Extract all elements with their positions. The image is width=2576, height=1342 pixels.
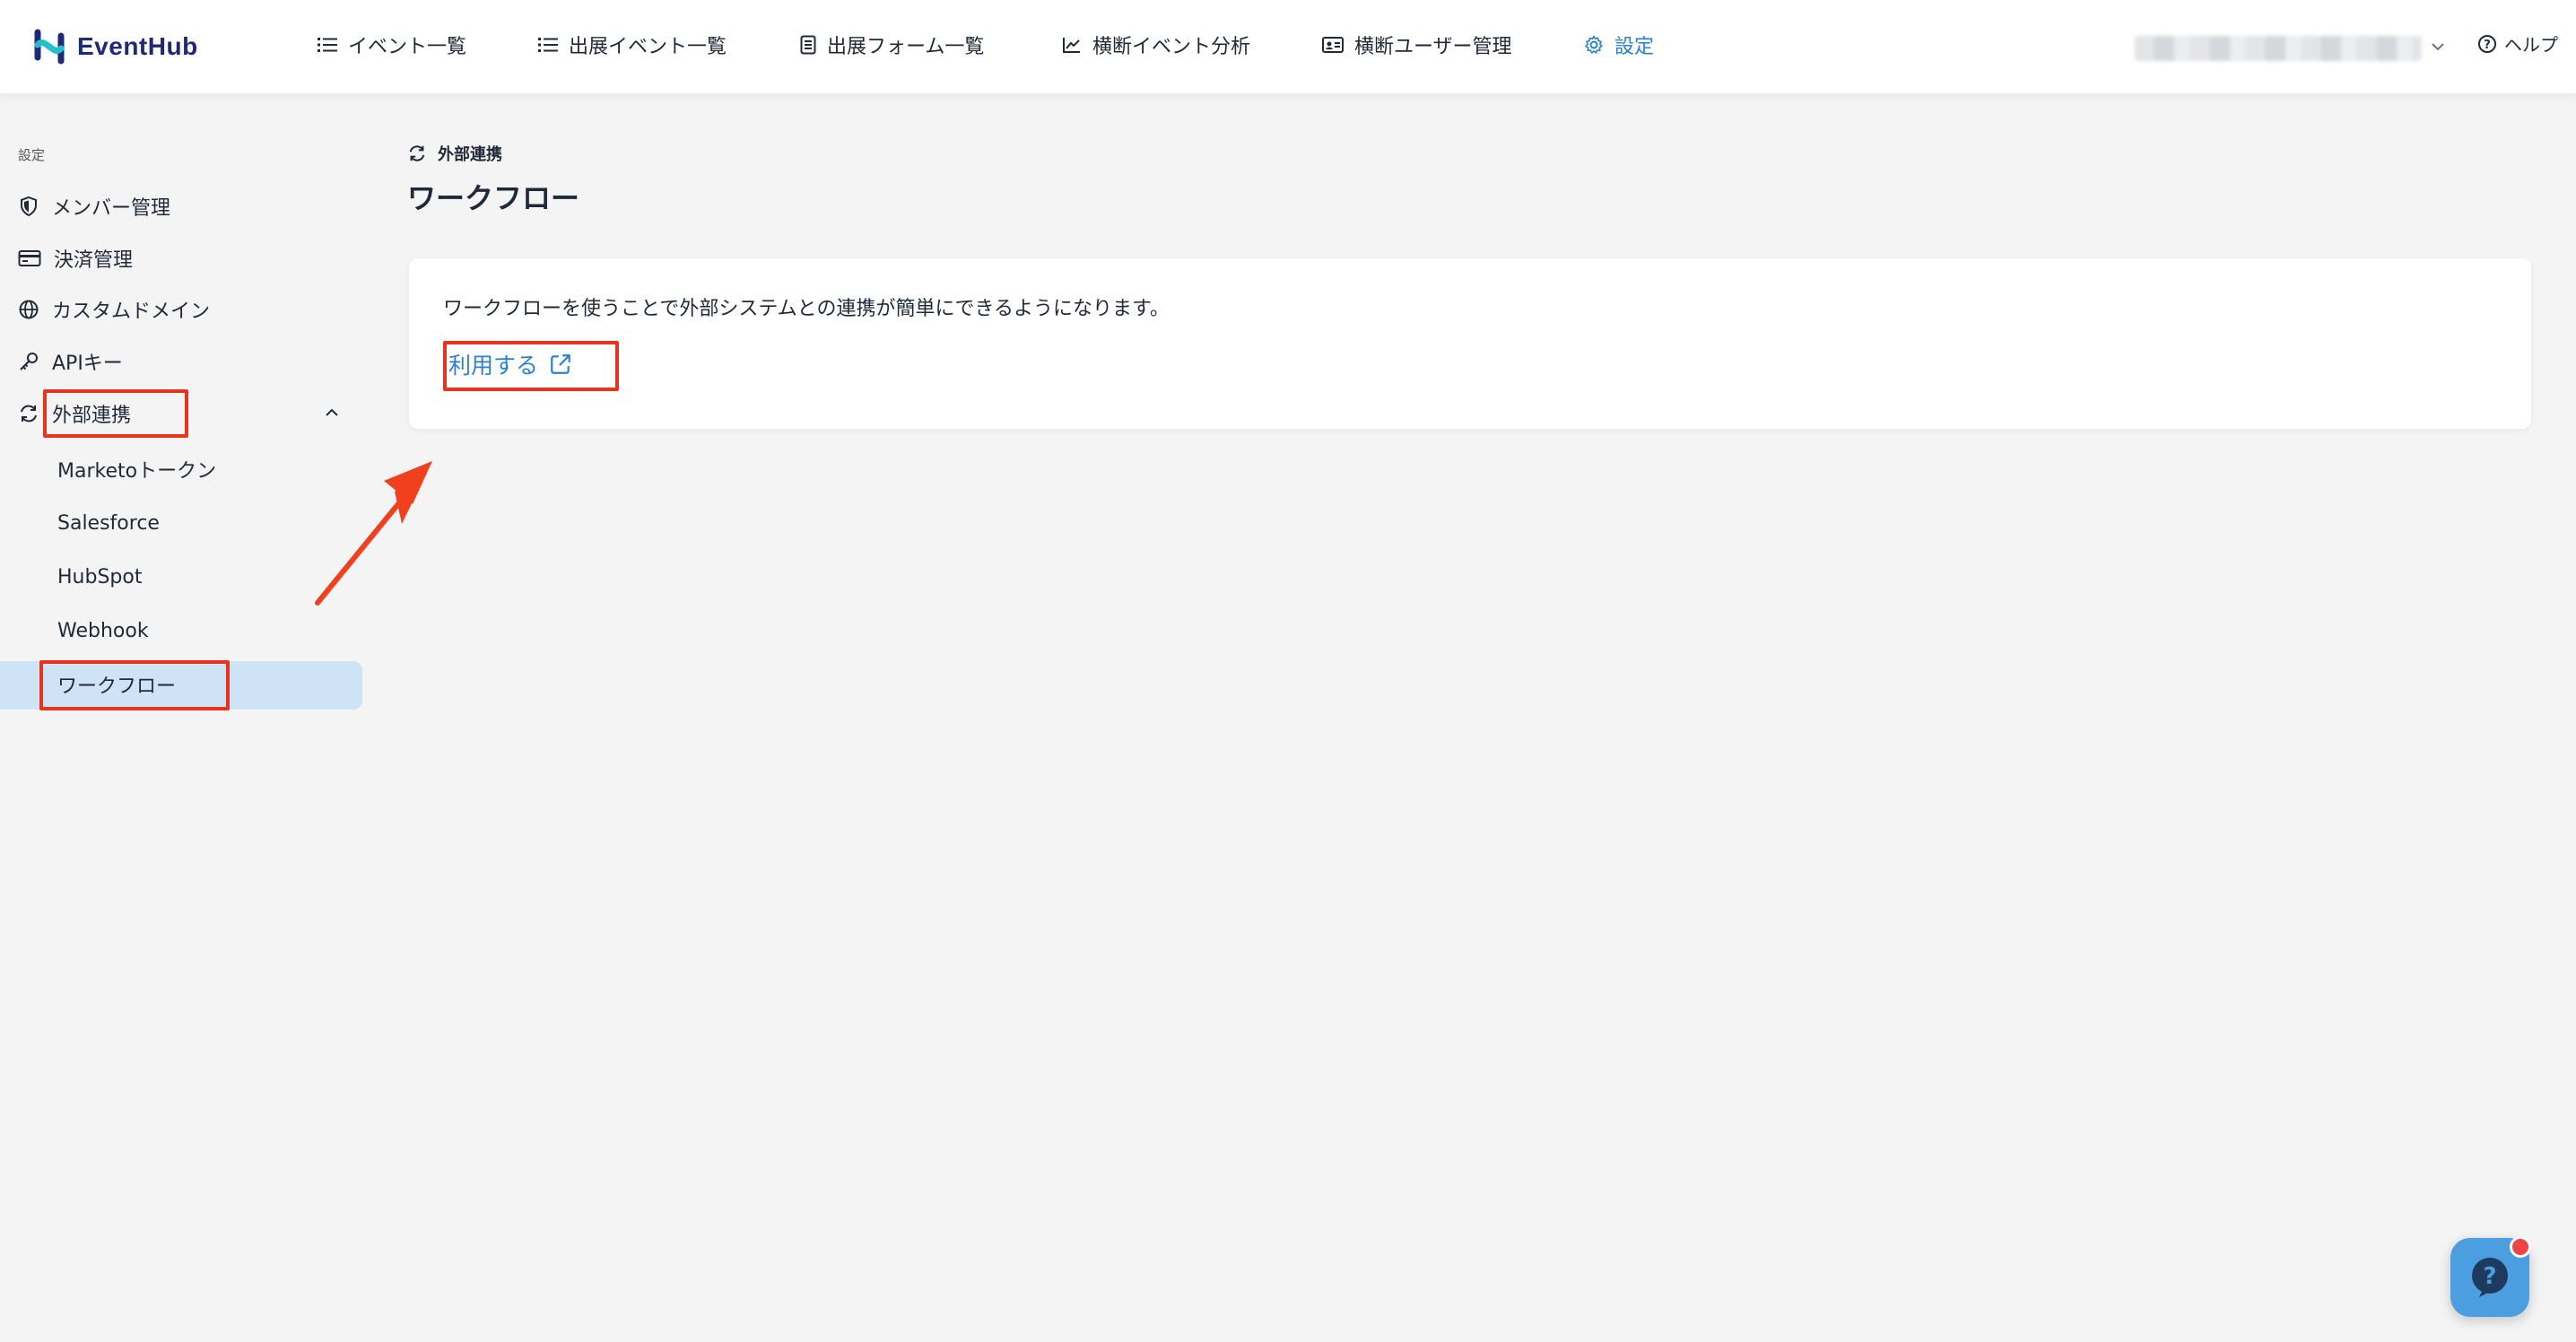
sidebar-item-label: APIキー [52,353,123,375]
svg-text:?: ? [2484,39,2491,52]
breadcrumb: 外部連携 [407,142,502,165]
sidebar-item-label: メンバー管理 [52,197,171,220]
sync-icon [21,405,37,423]
key-icon [20,353,38,370]
list-icon [318,38,337,52]
id-card-icon [1322,37,1344,53]
help-label: ヘルプ [2504,34,2558,56]
nav-label: 横断イベント分析 [1092,36,1251,58]
nav-label: 出展イベント一覧 [569,36,727,58]
sidebar-subitem-workflow[interactable]: ワークフロー [57,667,176,702]
nav-label: 設定 [1614,36,1655,58]
nav-label: 横断ユーザー管理 [1354,36,1512,58]
gear-icon [1585,35,1603,54]
sidebar-subitem-hubspot[interactable]: HubSpot [57,559,142,595]
nav-event-list[interactable]: イベント一覧 [318,27,466,63]
logo[interactable]: EventHub [32,23,198,70]
nav-exhibit-event-list[interactable]: 出展イベント一覧 [538,27,727,63]
nav-cross-user-management[interactable]: 横断ユーザー管理 [1322,27,1512,63]
notification-dot [2510,1236,2531,1258]
use-workflow-link[interactable]: 利用する [448,348,572,380]
workflow-description: ワークフローを使うことで外部システムとの連携が簡単にできるようになります。 [443,298,1170,320]
annotation-arrow-icon [315,461,432,606]
sidebar-item-custom-domain[interactable]: カスタムドメイン [18,292,210,327]
sidebar-subitem-webhook[interactable]: Webhook [57,613,149,649]
nav-label: 出展フォーム一覧 [827,36,985,58]
globe-icon [19,300,39,319]
sidebar-item-label: 決済管理 [54,249,134,272]
help-link[interactable]: ? ヘルプ [2477,30,2558,57]
sidebar-item-integrations[interactable]: 外部連携 [18,396,131,431]
svg-text:?: ? [2483,1263,2496,1290]
sidebar-item-label: カスタムドメイン [52,301,211,323]
logo-text: EventHub [77,32,198,60]
question-chat-icon: ? [2472,1258,2508,1297]
sidebar-item-label: 外部連携 [52,405,132,427]
sidebar-subitem-marketo-token[interactable]: Marketoトークン [57,451,216,487]
sidebar-subitem-salesforce[interactable]: Salesforce [57,505,160,541]
sidebar-item-api-key[interactable]: APIキー [18,344,123,379]
chat-support-button[interactable]: ? [2450,1236,2531,1317]
sync-icon [409,145,425,161]
sidebar-active-highlight [0,661,362,710]
sidebar-item-payments[interactable]: 決済管理 [18,240,133,276]
shield-icon [21,196,37,217]
workflow-card: ワークフローを使うことで外部システムとの連携が簡単にできるようになります。 利用… [409,258,2531,429]
nav-label: イベント一覧 [348,36,467,58]
external-link-icon [551,354,570,374]
breadcrumb-label: 外部連携 [438,145,502,164]
question-circle-icon: ? [2478,34,2496,53]
sidebar-item-members[interactable]: メンバー管理 [18,188,170,224]
credit-card-icon [18,250,41,266]
user-account-name[interactable] [2135,36,2422,61]
eventhub-logo-icon [34,29,65,65]
page-title: ワークフロー [407,181,580,215]
chevron-down-icon[interactable] [2429,38,2447,56]
sidebar-section-label: 設定 [18,147,46,163]
nav-cross-event-analysis[interactable]: 横断イベント分析 [1062,27,1250,63]
chevron-up-icon[interactable] [323,404,341,422]
list-icon [538,38,558,52]
nav-exhibit-form-list[interactable]: 出展フォーム一覧 [800,27,984,63]
chart-line-icon [1063,38,1080,53]
form-icon [800,35,816,55]
top-header: EventHub イベント一覧 出展イベント一覧 出展フォーム一覧 横断イベント… [0,0,2576,93]
use-workflow-label: 利用する [448,353,539,379]
nav-settings[interactable]: 設定 [1584,27,1654,63]
